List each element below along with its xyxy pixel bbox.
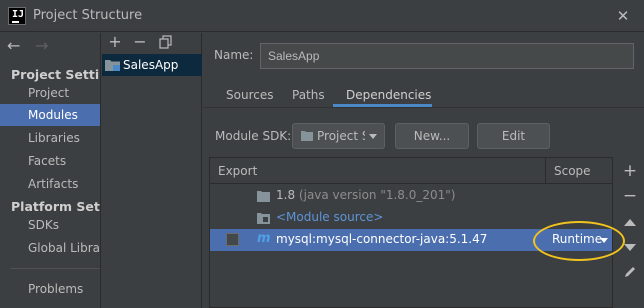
sdk-folder-icon bbox=[301, 131, 313, 141]
move-up-icon[interactable] bbox=[620, 211, 640, 231]
active-tab-indicator bbox=[333, 104, 432, 107]
section-project-settings: Project Settings bbox=[11, 67, 100, 82]
highlight-annotation bbox=[533, 221, 625, 261]
name-label: Name: bbox=[214, 48, 254, 62]
jdk-folder-icon bbox=[257, 191, 270, 202]
nav-item-sdks[interactable]: SDKs bbox=[0, 214, 100, 236]
module-sdk-value: Project SDK bbox=[317, 129, 365, 143]
module-sdk-label: Module SDK: bbox=[215, 129, 292, 143]
new-sdk-button[interactable]: New... bbox=[395, 123, 469, 149]
intellij-icon: IJ bbox=[8, 7, 26, 25]
dependency-name: <Module source> bbox=[276, 210, 384, 224]
remove-icon[interactable]: − bbox=[131, 33, 149, 51]
nav-item-artifacts[interactable]: Artifacts bbox=[0, 173, 100, 195]
copy-icon[interactable] bbox=[157, 33, 175, 51]
add-icon[interactable]: + bbox=[106, 33, 124, 51]
close-icon[interactable]: ✕ bbox=[614, 7, 632, 25]
column-divider bbox=[545, 158, 546, 184]
back-arrow-icon[interactable]: ← bbox=[7, 36, 20, 55]
module-name-input[interactable] bbox=[260, 43, 634, 69]
dependency-detail: (java version "1.8.0_201") bbox=[298, 188, 456, 202]
tab-dependencies[interactable]: Dependencies bbox=[346, 88, 431, 102]
tab-paths[interactable]: Paths bbox=[292, 88, 325, 102]
nav-item-facets[interactable]: Facets bbox=[0, 150, 100, 172]
module-sdk-dropdown[interactable]: Project SDK bbox=[292, 123, 385, 149]
table-header: Export Scope bbox=[210, 158, 612, 184]
module-source-folder-icon bbox=[257, 213, 270, 224]
nav-item-problems[interactable]: Problems bbox=[0, 278, 100, 300]
column-export[interactable]: Export bbox=[218, 164, 257, 178]
nav-divider bbox=[10, 268, 100, 269]
module-list-panel: + − SalesApp bbox=[102, 33, 202, 308]
nav-item-project[interactable]: Project bbox=[0, 82, 100, 104]
settings-navigation: ← → Project Settings Project Modules Lib… bbox=[0, 33, 101, 308]
add-icon[interactable]: + bbox=[620, 161, 640, 181]
nav-item-libraries[interactable]: Libraries bbox=[0, 127, 100, 149]
chevron-down-icon bbox=[369, 134, 377, 139]
nav-item-global-libraries[interactable]: Global Libraries bbox=[0, 237, 100, 259]
column-scope[interactable]: Scope bbox=[554, 164, 591, 178]
tabs-divider bbox=[203, 107, 644, 108]
move-down-icon[interactable] bbox=[620, 237, 640, 257]
forward-arrow-icon[interactable]: → bbox=[35, 36, 48, 55]
maven-icon: m bbox=[257, 231, 271, 246]
tab-sources[interactable]: Sources bbox=[226, 88, 273, 102]
remove-icon[interactable]: − bbox=[620, 186, 640, 206]
edit-icon[interactable] bbox=[620, 264, 640, 284]
edit-sdk-button[interactable]: Edit bbox=[477, 123, 550, 149]
section-platform-settings: Platform Settings bbox=[11, 199, 100, 214]
module-item-label[interactable]: SalesApp bbox=[123, 58, 178, 72]
dependency-name: 1.8 bbox=[276, 188, 296, 202]
dependency-name: mysql:mysql-connector-java:5.1.47 bbox=[276, 232, 488, 246]
table-row[interactable]: 1.8 (java version "1.8.0_201") bbox=[210, 185, 612, 207]
export-checkbox[interactable] bbox=[226, 233, 239, 246]
module-folder-icon bbox=[105, 60, 120, 71]
nav-item-modules[interactable]: Modules bbox=[0, 104, 100, 126]
dependencies-toolbar: + − bbox=[616, 157, 644, 308]
window-title: Project Structure bbox=[33, 8, 143, 23]
